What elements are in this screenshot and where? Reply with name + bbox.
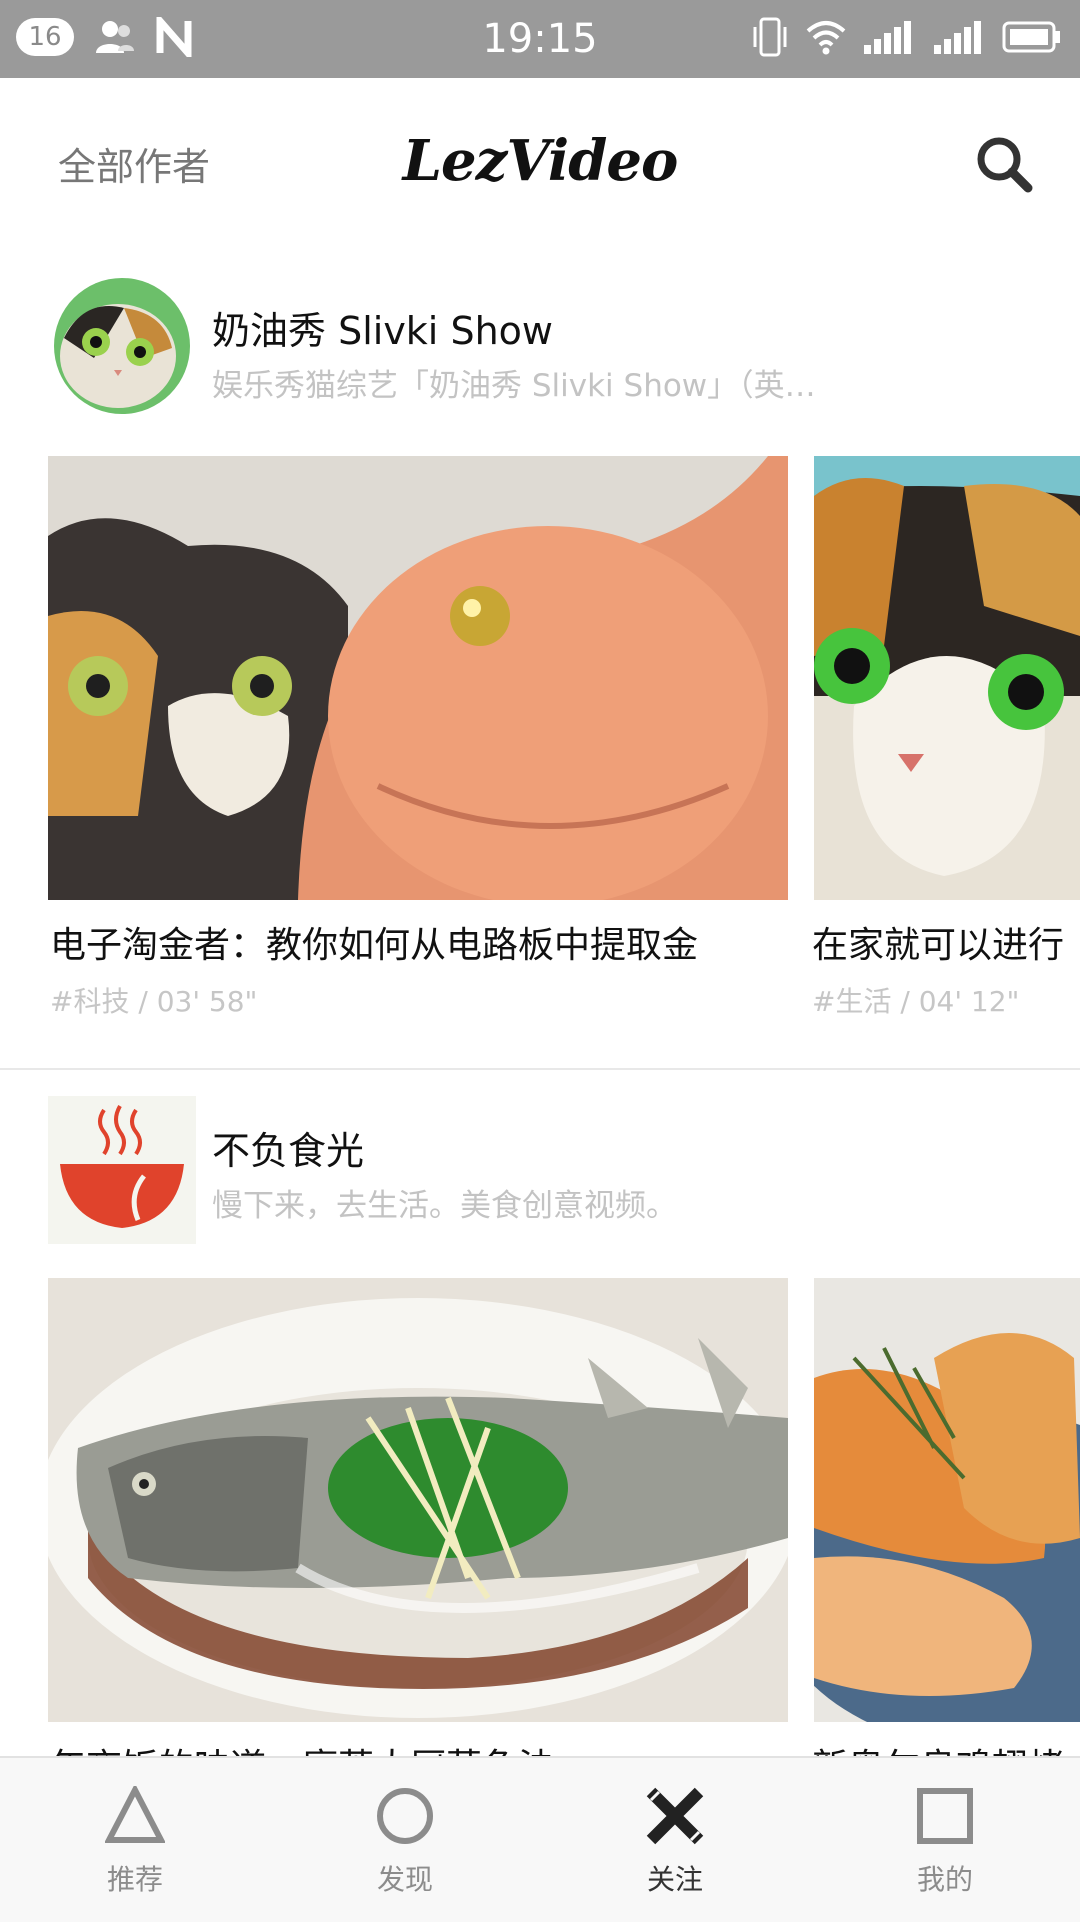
app-header: 全部作者 LezVideo [0,78,1080,248]
vibrate-icon [750,15,790,63]
author-avatar[interactable] [48,1096,196,1244]
tab-follow[interactable]: 关注 [540,1758,810,1922]
triangle-icon [104,1783,166,1846]
app-logo: LezVideo [402,128,679,194]
square-icon [915,1786,975,1846]
author-section: 不负食光 慢下来，去生活。美食创意视频。 [0,1070,1080,1756]
tab-label: 推荐 [106,1863,163,1896]
author-avatar[interactable] [54,278,190,414]
video-meta: #科技 / 03' 58" [50,985,258,1018]
video-thumbnail[interactable] [48,1278,788,1722]
tab-label: 关注 [646,1863,703,1896]
video-title[interactable]: 电子淘金者：教你如何从电路板中提取金 [50,916,780,968]
video-thumbnail[interactable] [814,1278,1080,1722]
author-name[interactable]: 奶油秀 Slivki Show [212,300,553,355]
search-icon [970,137,1040,204]
feed[interactable]: 奶油秀 Slivki Show 娱乐秀猫综艺「奶油秀 Slivki Show」（… [0,248,1080,1756]
status-bar: 16 19:15 [0,0,1080,78]
video-title[interactable]: 在家就可以进行 [812,916,1080,968]
wifi-icon [804,17,848,61]
author-description: 慢下来，去生活。美食创意视频。 [212,1188,677,1224]
video-title[interactable]: 年夜饭的味道，廖莱大厨蒸鱼法 [50,1738,780,1756]
video-title[interactable]: 新奥尔良鸡翅烤 [812,1738,1080,1756]
battery-icon [1002,19,1062,59]
bottom-nav: 推荐 发现 关注 我的 [0,1756,1080,1922]
tab-discover[interactable]: 发现 [270,1758,540,1922]
tab-label: 我的 [916,1863,973,1896]
video-thumbnail[interactable] [48,456,788,900]
author-section: 奶油秀 Slivki Show 娱乐秀猫综艺「奶油秀 Slivki Show」（… [0,248,1080,1048]
video-thumbnail[interactable] [814,456,1080,900]
search-button[interactable] [970,130,1040,200]
signal-sim2-icon [862,17,918,61]
author-description: 娱乐秀猫综艺「奶油秀 Slivki Show」（英… [212,368,816,404]
signal-sim1-icon [932,17,988,61]
tab-mine[interactable]: 我的 [810,1758,1080,1922]
tab-recommend[interactable]: 推荐 [0,1758,270,1922]
video-meta: #生活 / 04' 12" [812,985,1020,1018]
cross-icon [645,1786,705,1846]
tab-label: 发现 [376,1863,433,1896]
author-name[interactable]: 不负食光 [212,1120,364,1175]
circle-icon [375,1786,435,1846]
